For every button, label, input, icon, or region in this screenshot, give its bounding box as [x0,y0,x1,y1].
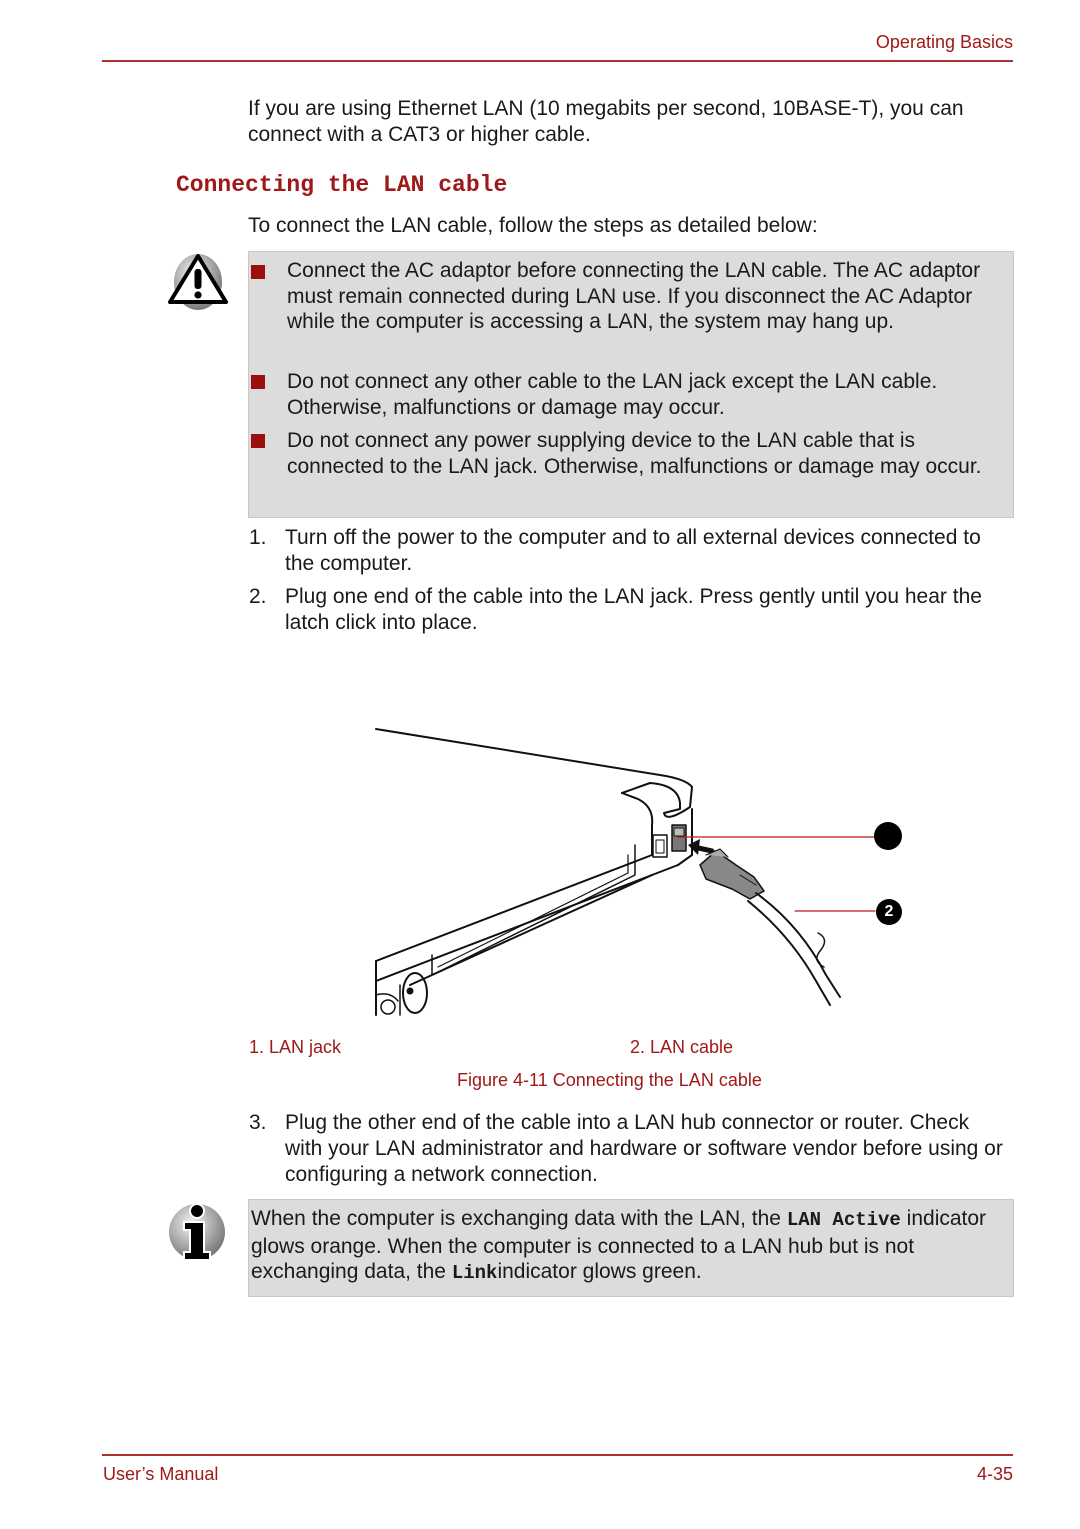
step-text: Turn off the power to the computer and t… [285,526,981,575]
footer-manual-title: User’s Manual [103,1464,219,1484]
step-number: 2. [249,585,267,608]
caution-item: Do not connect any other cable to the LA… [287,370,938,419]
caution-item: Connect the AC adaptor before connecting… [287,259,981,333]
callout-2: 2 [876,899,902,925]
warning-icon [166,252,230,314]
bullet-marker [251,375,265,389]
callout-1 [874,822,902,850]
bullet-marker [251,265,265,279]
intro-paragraph: If you are using Ethernet LAN (10 megabi… [248,97,964,146]
lan-connection-illustration: 2 [360,715,920,1035]
info-text: When the computer is exchanging data wit… [251,1206,1011,1287]
step-text: Plug the other end of the cable into a L… [285,1111,1003,1186]
step-number: 1. [249,526,267,549]
figure-caption: Figure 4-11 Connecting the LAN cable [457,1070,762,1090]
lan-active-indicator-name: LAN Active [786,1209,901,1231]
footer-rule [102,1454,1013,1456]
laptop-lid-edge [375,728,693,788]
bullet-marker [251,434,265,448]
legend-lan-jack: 1. LAN jack [249,1037,342,1057]
lead-paragraph: To connect the LAN cable, follow the ste… [248,214,818,237]
step-number: 3. [249,1111,267,1134]
legend-lan-cable: 2. LAN cable [630,1037,734,1057]
page-number: 4-35 [976,1464,1013,1484]
info-text-part: When the computer is exchanging data wit… [251,1207,787,1230]
link-indicator-name: Link [451,1262,498,1284]
info-icon [166,1200,228,1262]
caution-item: Do not connect any power supplying devic… [287,429,982,478]
running-header: Operating Basics [875,32,1013,52]
info-text-part: indicator glows green. [497,1260,702,1283]
step-text: Plug one end of the cable into the LAN j… [285,585,982,634]
header-rule [102,60,1013,62]
section-heading: Connecting the LAN cable [176,172,508,198]
